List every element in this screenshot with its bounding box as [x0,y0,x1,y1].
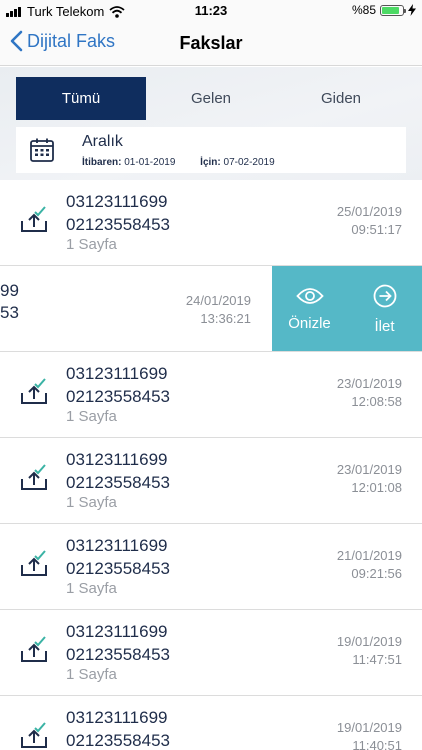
fax-pages: 1 Sayfa [66,494,117,511]
fax-time: 09:51:17 [351,222,402,237]
fax-row[interactable]: 03123111699 02123558453 1 Sayfa 21/01/20… [0,524,422,610]
upload-tray-check-icon [21,206,47,232]
fax-sender: 03123111699 [66,536,168,555]
date-range-filter[interactable]: Aralık İtibaren: 01-01-2019 İçin: 07-02-… [16,127,406,173]
fax-time: 12:01:08 [351,480,402,495]
fax-date: 23/01/2019 [336,462,402,477]
segment-outgoing[interactable]: Giden [276,77,406,120]
page-title: Fakslar [179,33,243,53]
charging-bolt-icon [408,4,416,16]
status-bar: Turk Telekom 11:23 %85 [0,0,422,22]
arrow-right-circle-icon [373,284,396,307]
date-period: Aralık [82,133,123,150]
upload-tray-check-icon [21,636,47,662]
fax-time: 12:08:58 [351,394,402,409]
from-value: 01-01-2019 [124,157,176,168]
battery-percent: %85 [351,3,376,17]
fax-pages: 1 Sayfa [66,236,117,253]
fax-row[interactable]: 03123111699 02123558453 1 Sayfa 25/01/20… [0,180,422,266]
fax-date: 21/01/2019 [336,548,402,563]
fax-row[interactable]: 03123111699 02123558453 1 Sayfa 23/01/20… [0,438,422,524]
upload-tray-check-icon [21,722,47,748]
upload-tray-check-icon [21,464,47,490]
to-value: 07-02-2019 [223,157,275,168]
fax-pages: 1 Sayfa [66,666,117,683]
fax-sender: 03123111699 [66,622,168,641]
fax-receiver: 02123558453 [66,559,171,578]
preview-button[interactable]: Önizle [272,266,347,351]
from-label: İtibaren: [82,157,122,168]
fax-pages: 1 Sayfa [66,408,117,425]
upload-tray-check-icon [21,378,47,404]
fax-row[interactable]: 03123111699 02123558453 1 Sayfa 23/01/20… [0,352,422,438]
fax-receiver: 02123558453 [66,731,171,750]
fax-sender: 03123111699 [66,364,168,383]
fax-pages: 1 Sayfa [66,580,117,597]
fax-sender: 03123111699 [66,708,168,727]
fax-receiver: 02123558453 [66,473,171,492]
forward-button-label: İlet [374,317,395,335]
fax-date: 24/01/2019 [185,293,251,308]
fax-receiver: 53 [0,303,19,322]
fax-receiver: 02123558453 [66,387,171,406]
fax-receiver: 02123558453 [66,215,171,234]
segmented-control: Tümü Gelen Giden [16,77,406,120]
segment-incoming[interactable]: Gelen [146,77,276,120]
fax-sender: 99 [0,281,19,300]
fax-row[interactable]: 03123111699 02123558453 1 Sayfa 19/01/20… [0,610,422,696]
fax-date: 25/01/2019 [336,204,402,219]
fax-sender: 03123111699 [66,192,168,211]
filter-area: Tümü Gelen Giden Aralık İtibaren: 01-01-… [0,67,422,180]
status-right: %85 [352,3,416,17]
fax-list: 03123111699 02123558453 1 Sayfa 25/01/20… [0,180,422,750]
fax-date: 19/01/2019 [336,720,402,735]
fax-time: 11:40:51 [352,738,402,750]
battery-icon [380,4,406,16]
forward-button[interactable]: İlet [347,266,422,351]
swipe-actions: Önizle İlet [272,266,422,351]
navigation-bar: Dijital Faks Fakslar [0,22,422,66]
fax-time: 09:21:56 [351,566,402,581]
fax-receiver: 02123558453 [66,645,171,664]
fax-sender: 03123111699 [66,450,168,469]
upload-tray-check-icon [21,550,47,576]
eye-icon [295,287,324,304]
preview-button-label: Önizle [288,314,331,332]
fax-row-swiped[interactable]: 99 53 24/01/2019 13:36:21 Önizle İlet [0,266,422,352]
fax-time: 11:47:51 [352,652,402,667]
fax-time: 13:36:21 [200,311,251,326]
calendar-icon [30,138,54,162]
fax-row[interactable]: 03123111699 02123558453 19/01/2019 11:40… [0,696,422,750]
to-label: İçin: [200,157,221,168]
fax-date: 19/01/2019 [336,634,402,649]
segment-all[interactable]: Tümü [16,77,146,120]
date-range: İtibaren: 01-01-2019 İçin: 07-02-2019 [82,157,275,168]
fax-date: 23/01/2019 [336,376,402,391]
